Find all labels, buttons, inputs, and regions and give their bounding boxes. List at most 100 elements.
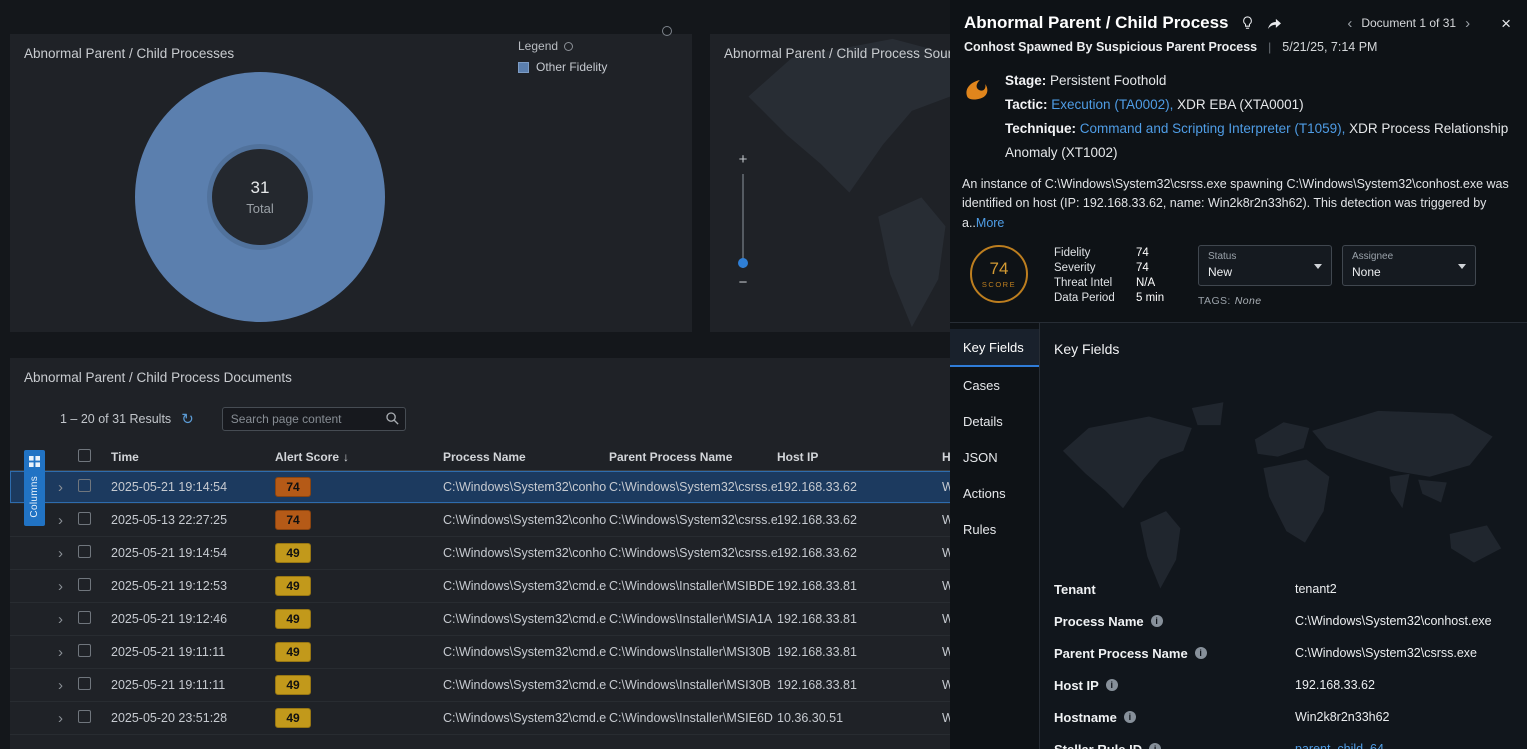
more-link[interactable]: More	[976, 216, 1004, 230]
row-checkbox[interactable]	[78, 644, 91, 657]
cell-host-ip: 192.168.33.81	[777, 645, 942, 659]
assignee-dropdown[interactable]: Assignee None	[1342, 245, 1476, 286]
alert-score-badge[interactable]: 49	[275, 708, 311, 728]
column-header-alert-score[interactable]: Alert Score↓	[275, 450, 443, 464]
panel-status-icon[interactable]	[662, 26, 672, 36]
cell-process-name: C:\Windows\System32\cmd.e	[443, 579, 609, 593]
zoom-slider[interactable]	[742, 174, 744, 268]
map-zoom-control: + −	[734, 150, 752, 292]
assignee-dropdown-value: None	[1352, 265, 1466, 279]
refresh-icon[interactable]: ↻	[181, 412, 194, 427]
zoom-slider-handle[interactable]	[738, 258, 748, 268]
cell-parent-process-name: C:\Windows\Installer\MSI30B	[609, 678, 777, 692]
key-field-value-link[interactable]: parent_child_64	[1295, 742, 1384, 749]
legend-settings-icon[interactable]	[564, 42, 573, 51]
tab-json[interactable]: JSON	[950, 439, 1039, 475]
detail-title: Abnormal Parent / Child Process	[964, 13, 1229, 33]
cell-host-ip: 192.168.33.62	[777, 513, 942, 527]
expand-chevron-icon[interactable]: ›	[58, 545, 63, 562]
document-navigation: ‹ Document 1 of 31 ›	[1347, 15, 1470, 32]
alert-score-badge[interactable]: 74	[275, 477, 311, 497]
alert-score-badge[interactable]: 74	[275, 510, 311, 530]
expand-chevron-icon[interactable]: ›	[58, 710, 63, 727]
cell-process-name: C:\Windows\System32\conho	[443, 513, 609, 527]
key-field-row: Stellar Rule ID parent_child_64	[1054, 733, 1517, 749]
row-checkbox[interactable]	[78, 479, 91, 492]
column-header-parent-process-name[interactable]: Parent Process Name	[609, 450, 777, 464]
cell-process-name: C:\Windows\System32\cmd.e	[443, 612, 609, 626]
cell-process-name: C:\Windows\System32\conho	[443, 546, 609, 560]
alert-score-badge[interactable]: 49	[275, 576, 311, 596]
cell-host-ip: 192.168.33.81	[777, 579, 942, 593]
tags-value: None	[1235, 295, 1262, 307]
technique-line: Technique: Command and Scripting Interpr…	[1005, 117, 1511, 165]
expand-chevron-icon[interactable]: ›	[58, 644, 63, 661]
expand-chevron-icon[interactable]: ›	[58, 677, 63, 694]
info-icon[interactable]	[1151, 615, 1163, 627]
tags-line: TAGS:None	[1198, 295, 1476, 307]
tab-details[interactable]: Details	[950, 403, 1039, 439]
assignee-dropdown-label: Assignee	[1352, 251, 1466, 262]
donut-chart[interactable]: 31 Total	[135, 72, 385, 322]
tab-key-fields[interactable]: Key Fields	[950, 329, 1039, 367]
tab-cases[interactable]: Cases	[950, 367, 1039, 403]
info-icon[interactable]	[1149, 743, 1161, 749]
score-caption: SCORE	[982, 280, 1016, 289]
zoom-in-button[interactable]: +	[739, 150, 748, 169]
metric-label: Severity	[1054, 262, 1136, 274]
tab-rules[interactable]: Rules	[950, 511, 1039, 547]
metric-value: 74	[1136, 247, 1180, 259]
share-icon[interactable]	[1266, 16, 1283, 31]
row-checkbox[interactable]	[78, 677, 91, 690]
select-all-checkbox[interactable]	[78, 449, 91, 462]
columns-button[interactable]: Columns	[24, 450, 45, 526]
expand-chevron-icon[interactable]: ›	[58, 578, 63, 595]
content-title: Key Fields	[1054, 341, 1527, 357]
technique-link[interactable]: Command and Scripting Interpreter (T1059…	[1080, 121, 1346, 136]
column-header-time[interactable]: Time	[111, 450, 275, 464]
cell-parent-process-name: C:\Windows\Installer\MSIA1A	[609, 612, 777, 626]
close-icon[interactable]: ×	[1501, 15, 1511, 32]
row-checkbox[interactable]	[78, 578, 91, 591]
column-header-process-name[interactable]: Process Name	[443, 450, 609, 464]
lightbulb-icon[interactable]	[1240, 15, 1255, 31]
alert-score-badge[interactable]: 49	[275, 675, 311, 695]
key-field-label: Hostname	[1054, 710, 1295, 725]
expand-chevron-icon[interactable]: ›	[58, 611, 63, 628]
row-checkbox[interactable]	[78, 611, 91, 624]
tab-actions[interactable]: Actions	[950, 475, 1039, 511]
info-icon[interactable]	[1195, 647, 1207, 659]
key-field-value: tenant2	[1295, 582, 1337, 596]
search-input[interactable]	[222, 407, 406, 431]
alert-score-badge[interactable]: 49	[275, 609, 311, 629]
tactic-link[interactable]: Execution (TA0002),	[1051, 97, 1173, 112]
prev-document-button[interactable]: ‹	[1347, 15, 1352, 32]
alert-score-badge[interactable]: 49	[275, 543, 311, 563]
row-checkbox[interactable]	[78, 545, 91, 558]
info-icon[interactable]	[1106, 679, 1118, 691]
column-header-host-ip[interactable]: Host IP	[777, 450, 942, 464]
legend-swatch	[518, 62, 529, 73]
alert-flame-icon	[962, 72, 992, 165]
stage-line: Stage: Persistent Foothold	[1005, 69, 1511, 93]
next-document-button[interactable]: ›	[1465, 15, 1470, 32]
cell-time: 2025-05-21 19:11:11	[111, 678, 275, 692]
columns-button-label: Columns	[29, 476, 40, 518]
stage-value: Persistent Foothold	[1050, 73, 1166, 88]
document-counter: Document 1 of 31	[1361, 16, 1456, 30]
status-dropdown[interactable]: Status New	[1198, 245, 1332, 286]
cell-host-ip: 192.168.33.62	[777, 546, 942, 560]
row-checkbox[interactable]	[78, 512, 91, 525]
expand-chevron-icon[interactable]: ›	[58, 512, 63, 529]
cell-host-ip: 192.168.33.62	[777, 480, 942, 494]
alert-score-badge[interactable]: 49	[275, 642, 311, 662]
search-icon[interactable]	[385, 411, 400, 431]
cell-parent-process-name: C:\Windows\System32\csrss.e	[609, 546, 777, 560]
expand-chevron-icon[interactable]: ›	[58, 479, 63, 496]
zoom-out-button[interactable]: −	[739, 273, 748, 292]
row-checkbox[interactable]	[78, 710, 91, 723]
legend-item-other-fidelity[interactable]: Other Fidelity	[518, 60, 607, 74]
info-icon[interactable]	[1124, 711, 1136, 723]
key-field-value: C:\Windows\System32\conhost.exe	[1295, 614, 1492, 628]
cell-time: 2025-05-21 19:14:54	[111, 546, 275, 560]
